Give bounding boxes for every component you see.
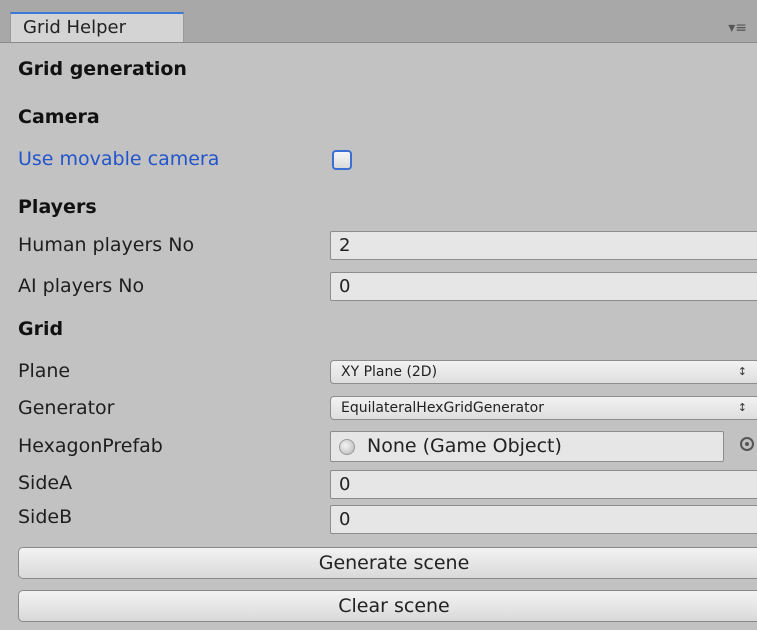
- sidea-field[interactable]: 0: [330, 470, 757, 499]
- tab-grid-helper[interactable]: Grid Helper: [10, 12, 184, 42]
- section-players: Players: [18, 196, 97, 218]
- generator-dropdown[interactable]: EquilateralHexGridGenerator ↕: [330, 396, 757, 420]
- plane-dropdown[interactable]: XY Plane (2D) ↕: [330, 360, 757, 384]
- generator-value: EquilateralHexGridGenerator: [341, 400, 544, 416]
- generate-scene-button[interactable]: Generate scene: [18, 547, 757, 579]
- menu-icon[interactable]: ▾≡: [728, 20, 747, 36]
- sidea-label: SideA: [18, 472, 73, 494]
- ai-players-field[interactable]: 0: [330, 272, 757, 301]
- clear-scene-button[interactable]: Clear scene: [18, 590, 757, 622]
- object-picker-icon[interactable]: [740, 437, 754, 451]
- use-movable-camera-checkbox[interactable]: [332, 150, 352, 170]
- plane-label: Plane: [18, 360, 71, 382]
- grid-helper-window: Grid Helper ▾≡ Grid generation Camera Us…: [0, 0, 757, 630]
- sideb-label: SideB: [18, 506, 73, 528]
- section-camera: Camera: [18, 106, 100, 128]
- plane-value: XY Plane (2D): [341, 364, 438, 380]
- section-grid-generation: Grid generation: [18, 58, 187, 80]
- tab-bar: Grid Helper ▾≡: [0, 0, 757, 43]
- section-grid: Grid: [18, 318, 64, 340]
- sideb-field[interactable]: 0: [330, 505, 757, 534]
- ai-players-label: AI players No: [18, 275, 145, 297]
- human-players-field[interactable]: 2: [330, 231, 757, 260]
- hexagon-prefab-value: None (Game Object): [367, 435, 562, 457]
- hexagon-prefab-label: HexagonPrefab: [18, 435, 163, 457]
- game-object-icon: [339, 439, 355, 455]
- use-movable-camera-label: Use movable camera: [18, 148, 220, 170]
- dropdown-arrows-icon: ↕: [737, 365, 747, 378]
- generator-label: Generator: [18, 397, 115, 419]
- dropdown-arrows-icon: ↕: [737, 401, 747, 414]
- human-players-label: Human players No: [18, 234, 195, 256]
- hexagon-prefab-field[interactable]: None (Game Object): [330, 431, 724, 462]
